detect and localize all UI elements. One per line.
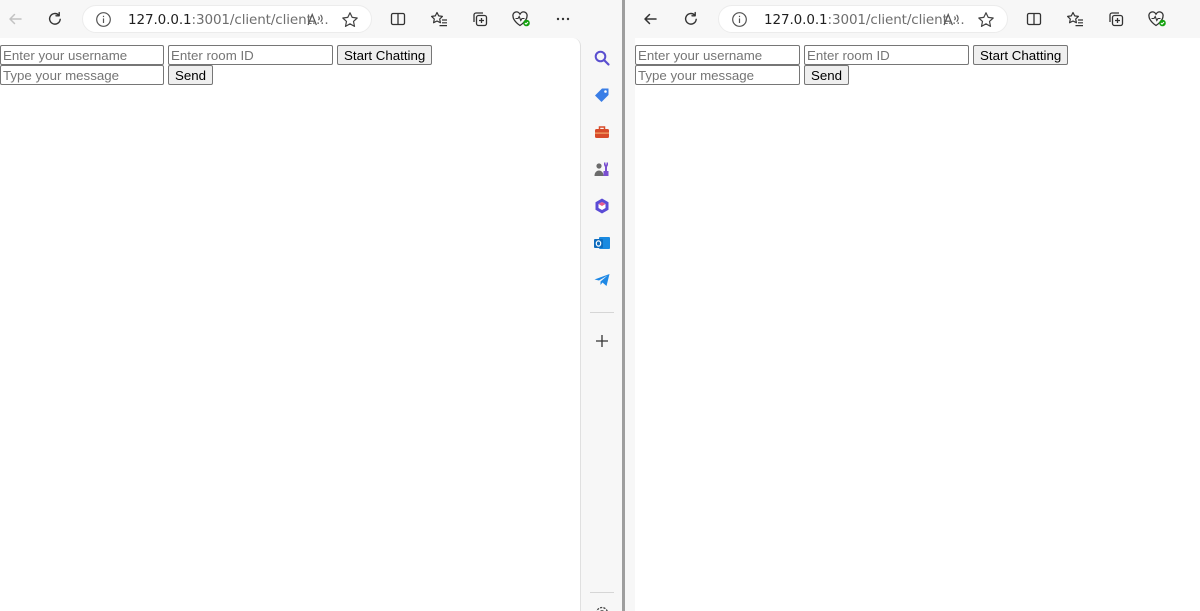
games-icon[interactable] (591, 158, 613, 180)
left-browser-window: 127.0.0.1:3001/client/client.... Start C… (0, 0, 622, 611)
room-id-input[interactable] (168, 45, 333, 65)
join-row: Start Chatting (635, 45, 1069, 65)
sidebar-divider (590, 312, 614, 313)
search-icon[interactable] (591, 47, 613, 69)
url-host: 127.0.0.1 (764, 12, 828, 28)
outlook-icon[interactable] (591, 232, 613, 254)
split-screen-icon[interactable] (385, 6, 411, 32)
message-row: Send (0, 65, 214, 85)
favorites-icon[interactable] (426, 6, 452, 32)
info-icon[interactable] (95, 11, 112, 28)
favorites-icon[interactable] (1062, 6, 1088, 32)
collections-icon[interactable] (1103, 6, 1129, 32)
back-icon[interactable] (637, 6, 663, 32)
favorite-star-icon[interactable] (340, 10, 360, 30)
start-chatting-button[interactable]: Start Chatting (973, 45, 1069, 65)
address-bar[interactable]: 127.0.0.1:3001/client/client.... (718, 5, 1008, 33)
add-icon[interactable] (591, 330, 613, 352)
page-content: Start Chatting Send (635, 38, 1200, 611)
read-aloud-icon[interactable] (941, 10, 961, 30)
back-icon[interactable] (2, 6, 28, 32)
start-chatting-button[interactable]: Start Chatting (337, 45, 433, 65)
send-button[interactable]: Send (168, 65, 214, 85)
refresh-icon[interactable] (678, 6, 704, 32)
message-input[interactable] (635, 65, 800, 85)
username-input[interactable] (0, 45, 164, 65)
browser-toolbar: 127.0.0.1:3001/client/client.... (0, 0, 622, 38)
join-row: Start Chatting (0, 45, 433, 65)
address-bar[interactable]: 127.0.0.1:3001/client/client.... (82, 5, 372, 33)
send-button[interactable]: Send (804, 65, 850, 85)
more-icon[interactable] (550, 6, 576, 32)
username-input[interactable] (635, 45, 800, 65)
browser-essentials-icon[interactable] (508, 6, 534, 32)
telegram-icon[interactable] (591, 269, 613, 291)
tools-icon[interactable] (591, 121, 613, 143)
read-aloud-icon[interactable] (305, 10, 325, 30)
microsoft-365-icon[interactable] (591, 195, 613, 217)
collections-icon[interactable] (467, 6, 493, 32)
browser-toolbar: 127.0.0.1:3001/client/client.... (625, 0, 1200, 38)
edge-sidebar (582, 0, 622, 611)
info-icon[interactable] (731, 11, 748, 28)
split-screen-icon[interactable] (1021, 6, 1047, 32)
settings-icon[interactable] (591, 602, 613, 611)
url-text: 127.0.0.1:3001/client/client.... (764, 12, 965, 28)
page-content: Start Chatting Send (0, 38, 581, 611)
browser-essentials-icon[interactable] (1144, 6, 1170, 32)
favorite-star-icon[interactable] (976, 10, 996, 30)
sidebar-divider-bottom (590, 592, 614, 593)
message-row: Send (635, 65, 850, 85)
message-input[interactable] (0, 65, 164, 85)
right-browser-window: 127.0.0.1:3001/client/client.... Start C… (625, 0, 1200, 611)
shopping-tag-icon[interactable] (591, 84, 613, 106)
room-id-input[interactable] (804, 45, 969, 65)
url-host: 127.0.0.1 (128, 12, 192, 28)
refresh-icon[interactable] (42, 6, 68, 32)
url-text: 127.0.0.1:3001/client/client.... (128, 12, 329, 28)
